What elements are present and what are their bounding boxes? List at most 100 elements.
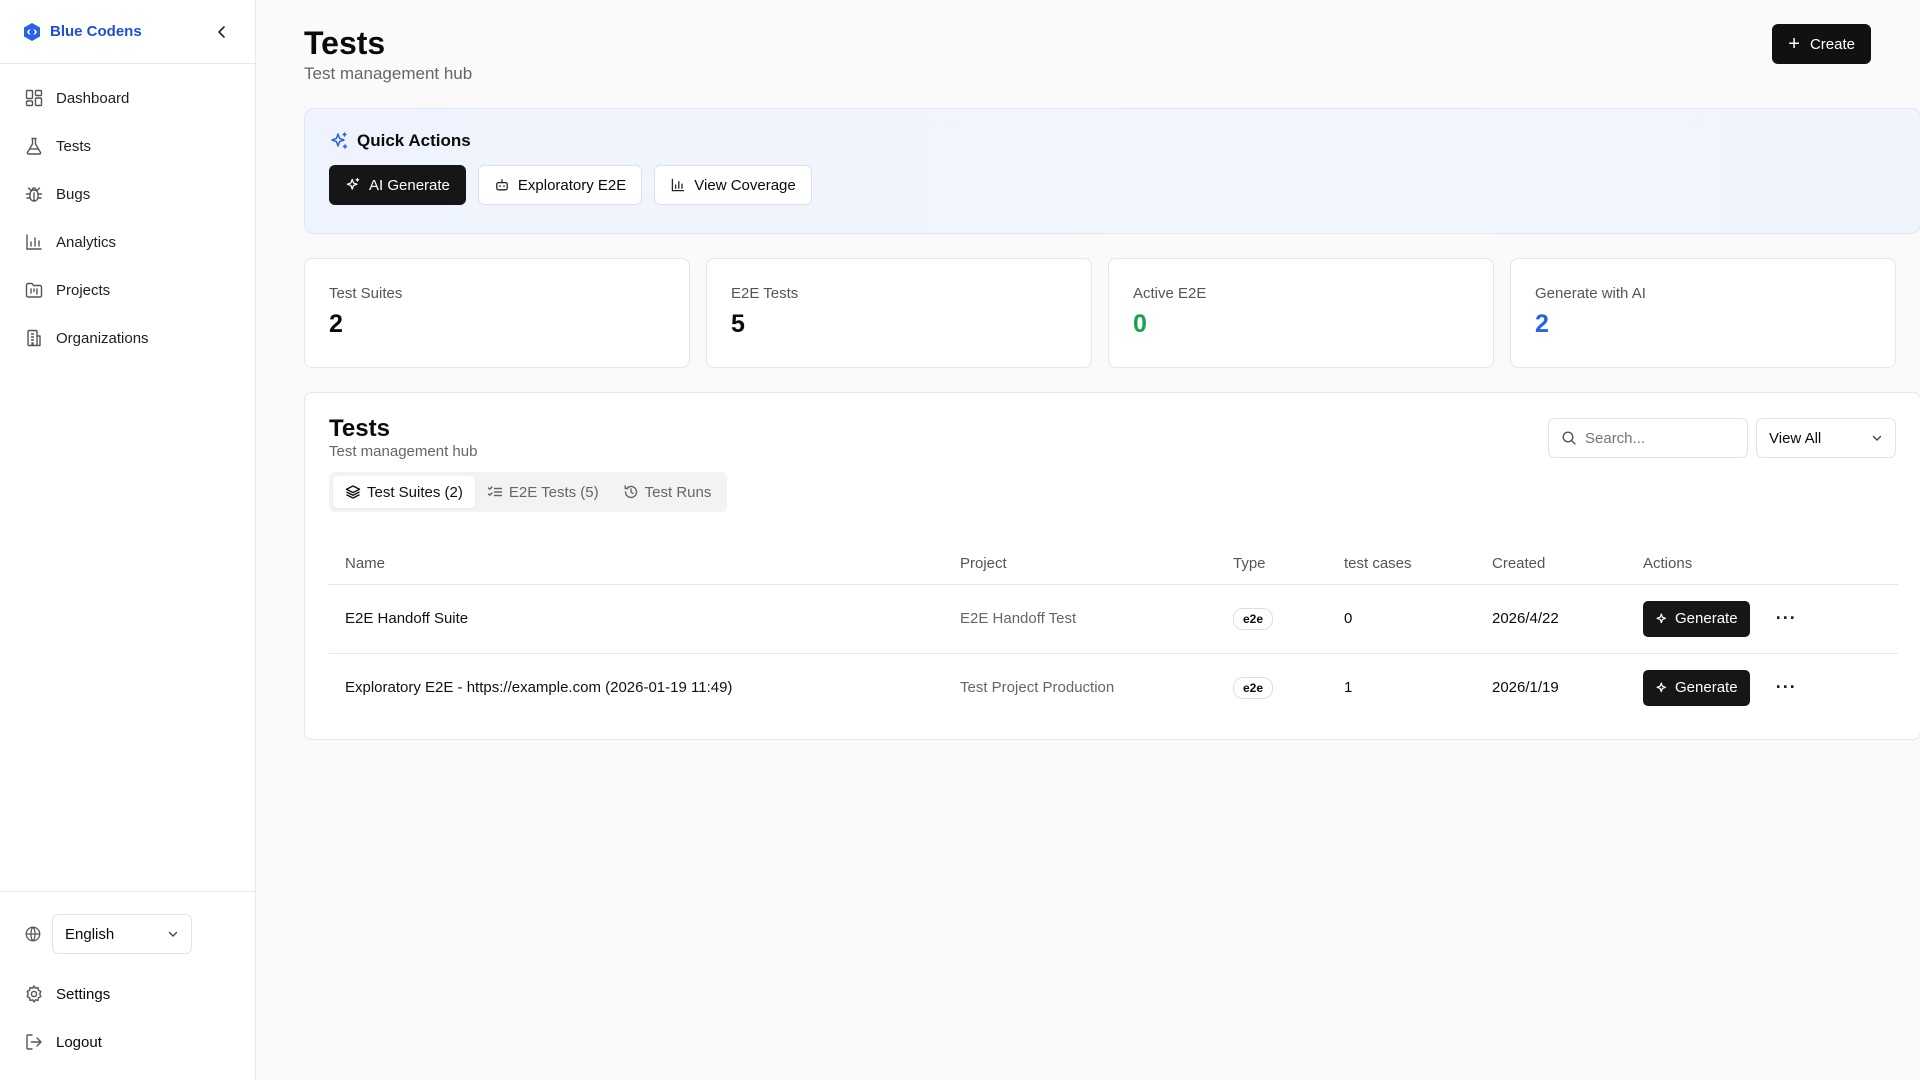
bot-icon [496, 179, 508, 191]
language-select[interactable]: English [52, 914, 192, 954]
ai-generate-button[interactable]: AI Generate [329, 165, 466, 205]
cell-actions: Generate ··· [1627, 584, 1898, 654]
tab-label: Test Runs [644, 483, 712, 501]
type-badge: e2e [1233, 676, 1274, 699]
chevron-down-icon [1872, 435, 1882, 441]
tab-test-runs[interactable]: Test Runs [611, 476, 724, 508]
column-header-test-cases[interactable]: test cases [1328, 544, 1476, 585]
ai-generate-label: AI Generate [369, 176, 450, 194]
tab-e2e-tests[interactable]: E2E Tests (5) [475, 476, 611, 508]
cell-created: 2026/4/22 [1476, 584, 1627, 654]
tests-panel: Tests Test management hub View All Test … [304, 392, 1920, 740]
table-header-row: Name Project Type test cases Created Act… [329, 544, 1898, 585]
sidebar-item-organizations[interactable]: Organizations [0, 314, 255, 362]
brand-name: Blue Codens [50, 23, 142, 40]
generate-button[interactable]: Generate [1643, 600, 1750, 637]
panel-toolbar: View All [1548, 418, 1896, 458]
language-row: English [0, 914, 255, 954]
column-header-name[interactable]: Name [329, 544, 944, 585]
stat-value: 5 [731, 310, 745, 338]
view-filter-select[interactable]: View All [1756, 418, 1896, 458]
settings-label: Settings [56, 985, 111, 1003]
cell-project: Test Project Production [960, 679, 1115, 697]
cell-created: 2026/1/19 [1492, 679, 1559, 697]
cell-name[interactable]: Exploratory E2E - https://example.com (2… [329, 653, 944, 722]
search-input[interactable] [1585, 429, 1735, 447]
sidebar-item-dashboard[interactable]: Dashboard [0, 74, 255, 122]
tab-test-suites[interactable]: Test Suites (2) [333, 476, 475, 508]
sparkles-icon [1656, 612, 1667, 623]
column-header-actions: Actions [1627, 544, 1898, 585]
cell-type: e2e [1217, 653, 1328, 722]
list-checks-icon [487, 486, 503, 497]
globe-icon [25, 926, 41, 942]
cell-name[interactable]: E2E Handoff Suite [329, 584, 944, 654]
stats-row: Test Suites 2 E2E Tests 5 Active E2E 0 G… [304, 258, 1896, 368]
stat-card-e2e-tests: E2E Tests 5 [706, 258, 1092, 368]
logout-link[interactable]: Logout [0, 1018, 255, 1066]
stat-value: 0 [1133, 310, 1147, 338]
sidebar-item-analytics[interactable]: Analytics [0, 218, 255, 266]
test-suites-table: Name Project Type test cases Created Act… [329, 544, 1898, 722]
column-header-type[interactable]: Type [1217, 544, 1328, 585]
sidebar-item-label: Organizations [56, 329, 149, 347]
page-header: Tests Test management hub + Create [280, 0, 1896, 108]
sidebar-nav: Dashboard Tests Bugs Analytics Projects … [0, 64, 255, 362]
page-title: Tests [304, 25, 386, 61]
view-coverage-button[interactable]: View Coverage [654, 165, 812, 205]
collapse-sidebar-button[interactable] [211, 21, 233, 43]
sidebar-item-label: Dashboard [56, 89, 130, 107]
settings-link[interactable]: Settings [0, 970, 255, 1018]
stat-value: 2 [329, 310, 343, 338]
column-header-created[interactable]: Created [1476, 544, 1627, 585]
history-icon [624, 485, 637, 499]
logout-label: Logout [56, 1033, 102, 1051]
page-subtitle: Test management hub [304, 64, 473, 83]
table-row[interactable]: Exploratory E2E - https://example.com (2… [329, 653, 1898, 722]
stat-card-generate-with-ai: Generate with AI 2 [1510, 258, 1896, 368]
type-badge: e2e [1233, 607, 1274, 630]
stat-card-test-suites: Test Suites 2 [304, 258, 690, 368]
sparkles-icon [331, 132, 348, 149]
tab-label: Test Suites (2) [367, 483, 463, 501]
stat-value: 2 [1535, 310, 1549, 338]
plus-icon: + [1788, 33, 1800, 55]
sidebar-item-label: Bugs [56, 185, 91, 203]
quick-actions-card: Quick Actions AI Generate Exploratory E2… [304, 108, 1920, 234]
stat-label: Generate with AI [1535, 285, 1646, 302]
generate-label: Generate [1675, 679, 1738, 697]
chevron-down-icon [168, 931, 178, 937]
exploratory-e2e-label: Exploratory E2E [517, 176, 627, 194]
view-coverage-label: View Coverage [694, 176, 796, 194]
stat-label: Active E2E [1133, 285, 1207, 302]
sidebar-item-tests[interactable]: Tests [0, 122, 255, 170]
cell-type: e2e [1217, 584, 1328, 654]
create-button[interactable]: + Create [1772, 24, 1871, 64]
cell-test-cases: 1 [1344, 679, 1353, 697]
bug-icon [25, 187, 43, 202]
gear-icon [26, 985, 42, 1003]
sidebar-item-projects[interactable]: Projects [0, 266, 255, 314]
search-icon [1562, 431, 1576, 445]
sparkles-icon [1656, 682, 1667, 692]
create-label: Create [1809, 35, 1855, 53]
quick-actions-buttons: AI Generate Exploratory E2E View Coverag… [329, 165, 1896, 205]
brand-logo-icon [24, 22, 40, 41]
chevron-left-icon [218, 25, 225, 38]
column-header-project[interactable]: Project [944, 544, 1217, 585]
tab-label: E2E Tests (5) [508, 483, 599, 501]
flask-icon [26, 137, 42, 155]
building-icon [27, 329, 41, 347]
cell-actions: Generate ··· [1627, 653, 1898, 722]
sidebar-item-bugs[interactable]: Bugs [0, 170, 255, 218]
sidebar-item-label: Projects [56, 281, 111, 299]
view-filter-value: View All [1769, 429, 1822, 447]
logout-icon [26, 1034, 42, 1050]
table-row[interactable]: E2E Handoff Suite E2E Handoff Test e2e 0… [329, 584, 1898, 654]
more-actions-icon[interactable]: ··· [1776, 677, 1797, 698]
cell-test-cases: 0 [1328, 584, 1476, 654]
more-actions-icon[interactable]: ··· [1776, 608, 1797, 629]
generate-button[interactable]: Generate [1643, 669, 1750, 706]
cell-project: E2E Handoff Test [944, 584, 1217, 654]
exploratory-e2e-button[interactable]: Exploratory E2E [477, 165, 643, 205]
